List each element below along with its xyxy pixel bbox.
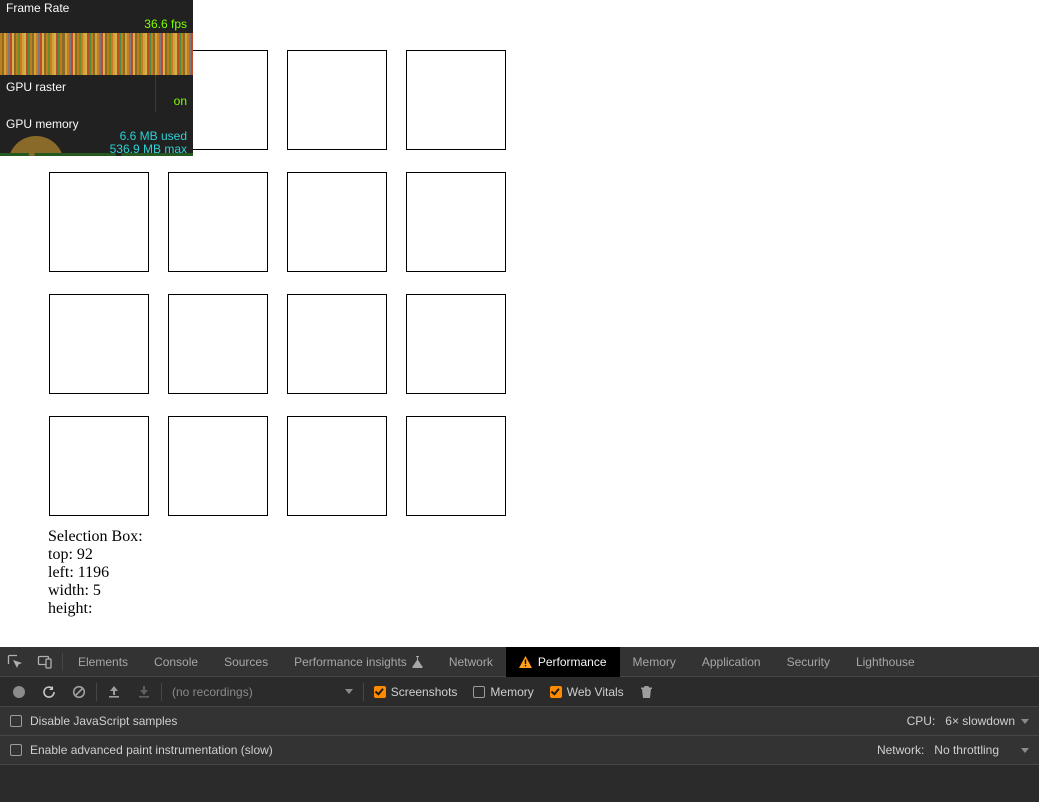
grid-row — [49, 172, 509, 272]
grid-cell[interactable] — [406, 50, 506, 150]
tab-elements[interactable]: Elements — [65, 647, 141, 677]
selection-width: width: 5 — [48, 582, 143, 600]
grid-cell[interactable] — [49, 416, 149, 516]
gpu-memory-used: 6.6 MB used — [120, 129, 187, 143]
setting-disable-js: Disable JavaScript samples CPU: 6× slowd… — [0, 707, 1039, 736]
gpu-raster-value: on — [174, 94, 187, 108]
clear-button[interactable] — [64, 677, 94, 707]
grid-cell[interactable] — [168, 416, 268, 516]
flask-icon — [412, 656, 423, 668]
network-label: Network: — [877, 743, 924, 757]
selection-left: left: 1196 — [48, 564, 143, 582]
performance-settings: Disable JavaScript samples CPU: 6× slowd… — [0, 707, 1039, 765]
grid-cell[interactable] — [406, 294, 506, 394]
tab-lighthouse[interactable]: Lighthouse — [843, 647, 928, 677]
devtools-empty-area — [0, 765, 1039, 801]
tab-performance-insights[interactable]: Performance insights — [281, 647, 436, 677]
tab-memory[interactable]: Memory — [620, 647, 689, 677]
checkbox-icon — [550, 686, 562, 698]
gpu-raster-label: GPU raster — [6, 80, 66, 94]
selection-top: top: 92 — [48, 546, 143, 564]
inspect-element-button[interactable] — [0, 647, 30, 677]
chevron-down-icon — [345, 689, 353, 694]
tab-console[interactable]: Console — [141, 647, 211, 677]
grid-cell[interactable] — [406, 172, 506, 272]
fps-hud: Frame Rate 36.6 fps GPU raster on GPU me… — [0, 0, 193, 156]
tab-sources[interactable]: Sources — [211, 647, 281, 677]
selection-title: Selection Box: — [48, 528, 143, 546]
grid-cell[interactable] — [287, 294, 387, 394]
hud-gpu-memory: GPU memory 6.6 MB used 536.9 MB max — [0, 112, 193, 156]
network-throttle-dropdown[interactable]: No throttling — [934, 743, 1029, 757]
memory-checkbox[interactable]: Memory — [465, 677, 541, 707]
grid-cell[interactable] — [49, 294, 149, 394]
gpu-memory-max: 536.9 MB max — [110, 142, 187, 156]
setting-label: Disable JavaScript samples — [30, 714, 177, 728]
recordings-dropdown[interactable]: (no recordings) — [164, 677, 361, 707]
tab-performance[interactable]: Performance — [506, 647, 620, 677]
toggle-device-button[interactable] — [30, 647, 60, 677]
chevron-down-icon — [1021, 748, 1029, 753]
grid-row — [49, 294, 509, 394]
gpu-memory-label: GPU memory — [6, 117, 79, 131]
load-profile-button[interactable] — [99, 677, 129, 707]
grid-cell[interactable] — [287, 50, 387, 150]
screenshots-checkbox[interactable]: Screenshots — [366, 677, 466, 707]
grid-row — [49, 416, 509, 516]
recordings-label: (no recordings) — [172, 685, 253, 699]
tab-network[interactable]: Network — [436, 647, 506, 677]
hud-frame-rate: Frame Rate 36.6 fps — [0, 0, 193, 33]
web-vitals-checkbox[interactable]: Web Vitals — [542, 677, 632, 707]
checkbox-icon — [473, 686, 485, 698]
setting-label: Enable advanced paint instrumentation (s… — [30, 743, 273, 757]
frame-rate-bars — [0, 33, 193, 75]
tab-application[interactable]: Application — [689, 647, 774, 677]
chevron-down-icon — [1021, 719, 1029, 724]
selection-info: Selection Box: top: 92 left: 1196 width:… — [48, 528, 143, 618]
grid-cell[interactable] — [287, 172, 387, 272]
frame-rate-value: 36.6 fps — [6, 15, 187, 31]
devtools-panel: Elements Console Sources Performance ins… — [0, 647, 1039, 802]
frame-rate-label: Frame Rate — [6, 0, 187, 15]
checkbox-icon[interactable] — [10, 744, 22, 756]
grid-cell[interactable] — [168, 294, 268, 394]
warning-icon — [519, 656, 532, 668]
reload-record-button[interactable] — [34, 677, 64, 707]
cpu-throttle-dropdown[interactable]: 6× slowdown — [945, 714, 1029, 728]
checkbox-icon — [374, 686, 386, 698]
garbage-collect-button[interactable] — [632, 677, 662, 707]
devtools-tabstrip: Elements Console Sources Performance ins… — [0, 647, 1039, 677]
cpu-label: CPU: — [907, 714, 936, 728]
grid-cell[interactable] — [168, 172, 268, 272]
grid-cell[interactable] — [406, 416, 506, 516]
performance-toolbar: (no recordings) Screenshots Memory Web V… — [0, 677, 1039, 707]
record-button[interactable] — [4, 677, 34, 707]
setting-advanced-paint: Enable advanced paint instrumentation (s… — [0, 736, 1039, 765]
tab-security[interactable]: Security — [774, 647, 843, 677]
grid-cell[interactable] — [287, 416, 387, 516]
checkbox-icon[interactable] — [10, 715, 22, 727]
selection-height: height: — [48, 600, 143, 618]
hud-gpu-raster: GPU raster on — [0, 75, 193, 112]
save-profile-button[interactable] — [129, 677, 159, 707]
grid-cell[interactable] — [49, 172, 149, 272]
